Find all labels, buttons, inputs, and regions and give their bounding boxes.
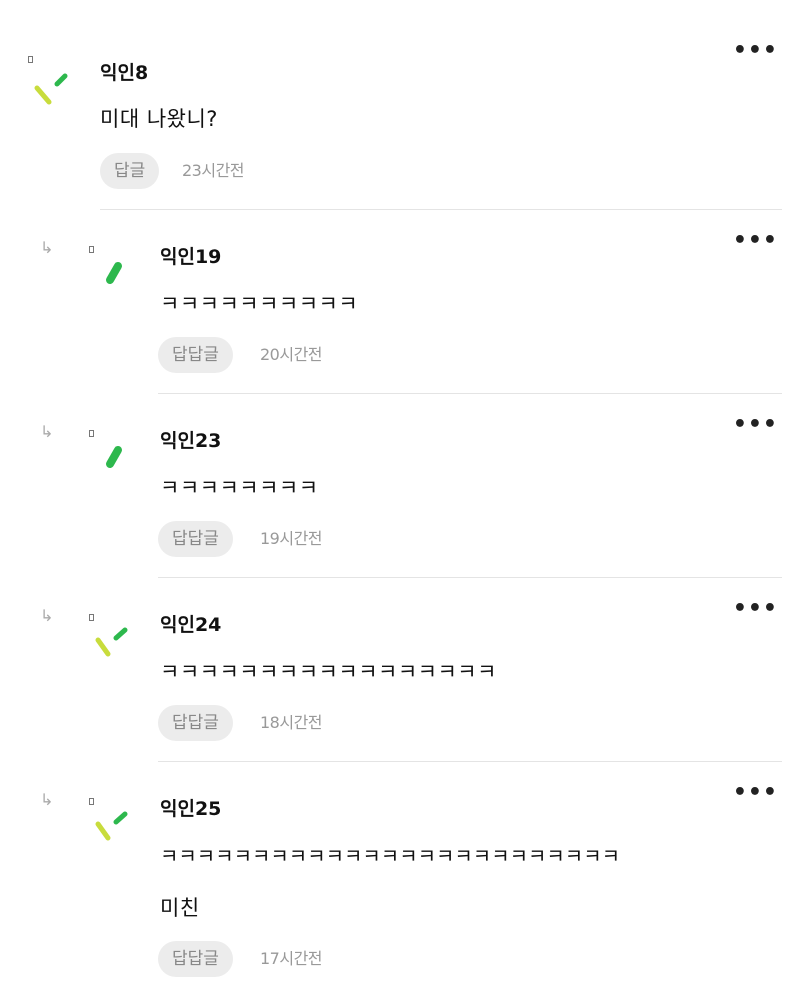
avatar-strokes-icon — [106, 262, 122, 284]
comment-author: 익인8 — [100, 62, 149, 84]
comment-text: ㅋㅋㅋㅋㅋㅋㅋㅋㅋㅋ — [160, 292, 359, 316]
comment-text-line2: 미친 — [160, 896, 200, 920]
comment-author: 익인23 — [160, 430, 222, 452]
reply-button[interactable]: 답답글 — [158, 941, 233, 977]
comment-time: 23시간전 — [182, 161, 245, 180]
comment-time: 17시간전 — [260, 949, 323, 968]
divider — [158, 761, 782, 762]
avatar[interactable] — [83, 608, 143, 668]
reply-arrow-icon: ↳ — [40, 606, 54, 625]
avatar-strokes-icon — [95, 811, 128, 841]
reply-arrow-icon: ↳ — [40, 422, 54, 441]
reply-button[interactable]: 답답글 — [158, 337, 233, 373]
more-horizontal-icon[interactable]: ••• — [733, 38, 778, 63]
avatar-strokes-icon — [34, 73, 68, 105]
avatar-strokes-icon — [95, 627, 128, 657]
avatar-strokes-icon — [106, 446, 122, 468]
comment-time: 20시간전 — [260, 345, 323, 364]
avatar[interactable] — [83, 240, 143, 300]
more-horizontal-icon[interactable]: ••• — [733, 780, 778, 805]
avatar[interactable] — [83, 792, 143, 852]
more-horizontal-icon[interactable]: ••• — [733, 228, 778, 253]
comment-text: ㅋㅋㅋㅋㅋㅋㅋㅋㅋㅋㅋㅋㅋㅋㅋㅋㅋㅋㅋㅋㅋㅋㅋㅋㅋ — [160, 844, 620, 868]
divider — [158, 393, 782, 394]
comment-text: ㅋㅋㅋㅋㅋㅋㅋㅋㅋㅋㅋㅋㅋㅋㅋㅋㅋ — [160, 660, 497, 684]
comment-author: 익인24 — [160, 614, 222, 636]
more-horizontal-icon[interactable]: ••• — [733, 412, 778, 437]
comment-text: 미대 나왔니? — [100, 107, 218, 131]
comment-time: 18시간전 — [260, 713, 323, 732]
reply-arrow-icon: ↳ — [40, 790, 54, 809]
avatar[interactable] — [83, 424, 143, 484]
reply-button[interactable]: 답답글 — [158, 521, 233, 557]
more-horizontal-icon[interactable]: ••• — [733, 596, 778, 621]
reply-button[interactable]: 답답글 — [158, 705, 233, 741]
comment-text: ㅋㅋㅋㅋㅋㅋㅋㅋ — [160, 476, 319, 500]
comment-time: 19시간전 — [260, 529, 323, 548]
divider — [158, 577, 782, 578]
reply-button[interactable]: 답글 — [100, 153, 160, 189]
avatar[interactable] — [22, 50, 82, 110]
divider — [100, 209, 782, 210]
comment-author: 익인25 — [160, 798, 222, 820]
reply-arrow-icon: ↳ — [40, 238, 54, 257]
comment-author: 익인19 — [160, 246, 222, 268]
